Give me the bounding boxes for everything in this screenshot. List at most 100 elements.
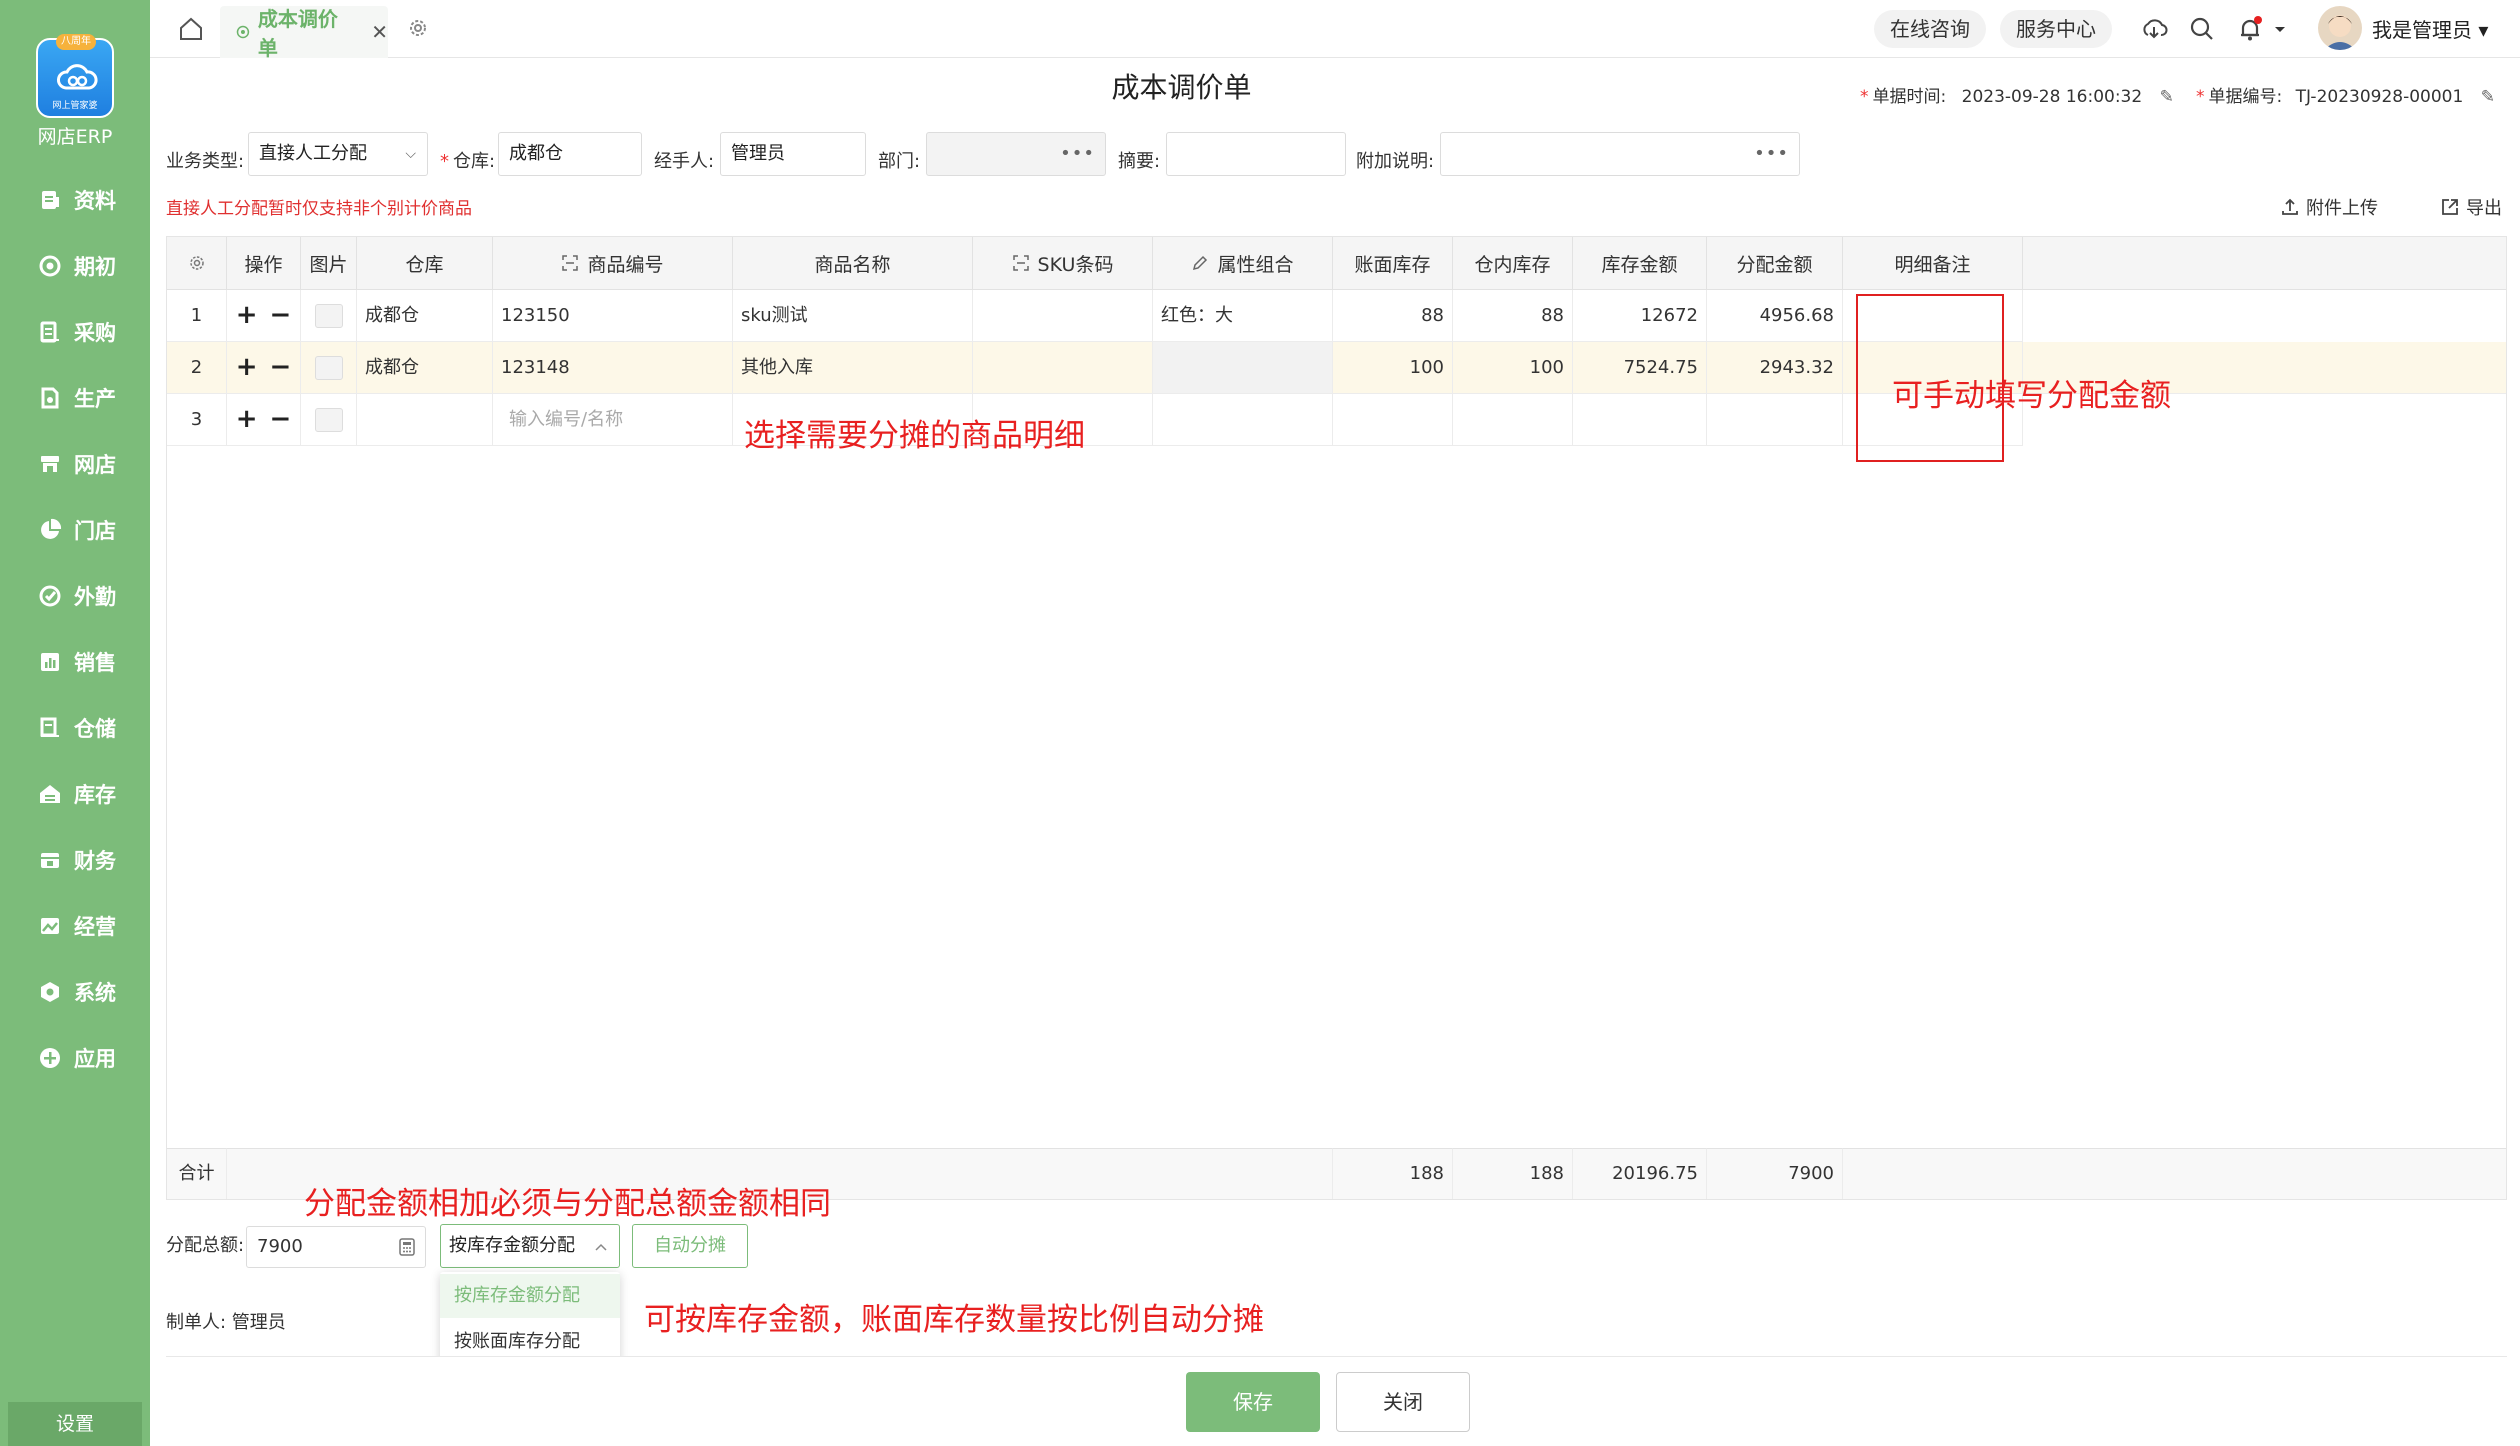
export-button[interactable]: 导出 bbox=[2440, 194, 2502, 220]
sidebar-item-shop[interactable]: 门店 bbox=[0, 510, 150, 550]
app-logo[interactable]: 八周年 网上管家婆 bbox=[36, 34, 114, 118]
handler-field[interactable]: 管理员 bbox=[720, 132, 866, 176]
service-center-button[interactable]: 服务中心 bbox=[2000, 10, 2112, 48]
cell-code[interactable]: 123148 bbox=[493, 342, 733, 394]
sidebar-item-data[interactable]: 资料 bbox=[0, 180, 150, 220]
search-icon[interactable] bbox=[2188, 15, 2216, 43]
sidebar-item-storage[interactable]: 仓储 bbox=[0, 708, 150, 748]
top-bar: 成本调价单 ✕ 在线咨询 服务中心 我是管理员 ▾ bbox=[150, 0, 2520, 60]
edit-icon[interactable]: ✎ bbox=[2481, 87, 2495, 107]
product-image[interactable] bbox=[301, 290, 357, 342]
export-icon bbox=[2442, 199, 2458, 215]
col-header-empty bbox=[2023, 237, 2506, 290]
dept-field[interactable]: ••• bbox=[926, 132, 1106, 176]
close-button[interactable]: 关闭 bbox=[1336, 1372, 1470, 1432]
note-input[interactable]: ••• bbox=[1440, 132, 1800, 176]
home-icon[interactable] bbox=[178, 16, 204, 42]
sidebar-item-inventory[interactable]: 库存 bbox=[0, 774, 150, 814]
avatar[interactable] bbox=[2318, 6, 2362, 50]
tab-cost-adjust[interactable]: 成本调价单 ✕ bbox=[220, 6, 388, 60]
cell-code[interactable]: 123150 bbox=[493, 290, 733, 342]
col-header: 操作 bbox=[227, 237, 301, 290]
biz-type-label: 业务类型: bbox=[166, 151, 245, 172]
sidebar-item-system[interactable]: 系统 bbox=[0, 972, 150, 1012]
warning-text: 直接人工分配暂时仅支持非个别计价商品 bbox=[166, 199, 472, 219]
warehouse-field[interactable]: 成都仓 bbox=[498, 132, 642, 176]
sidebar-item-field[interactable]: 外勤 bbox=[0, 576, 150, 616]
settings-button[interactable]: 设置 bbox=[8, 1402, 142, 1446]
cell-stock-in: 100 bbox=[1453, 342, 1573, 394]
total-alloc: 7900 bbox=[1707, 1148, 1843, 1199]
image-placeholder-icon bbox=[314, 356, 343, 380]
user-avatar-icon bbox=[2324, 15, 2356, 50]
add-row-icon[interactable]: + bbox=[236, 342, 258, 393]
cell-warehouse[interactable]: 成都仓 bbox=[357, 290, 493, 342]
bell-icon[interactable] bbox=[2236, 15, 2264, 43]
remove-row-icon[interactable]: − bbox=[270, 342, 292, 393]
add-row-icon[interactable]: + bbox=[236, 394, 258, 445]
cell-attr[interactable] bbox=[1153, 342, 1333, 394]
online-consult-button[interactable]: 在线咨询 bbox=[1874, 10, 1986, 48]
gear-icon[interactable] bbox=[406, 16, 430, 40]
cell-sku[interactable] bbox=[973, 290, 1153, 342]
cloud-download-icon[interactable] bbox=[2140, 15, 2168, 43]
store-icon bbox=[41, 456, 59, 472]
sidebar-item-apps[interactable]: 应用 bbox=[0, 1038, 150, 1078]
calculator-icon[interactable] bbox=[397, 1237, 417, 1257]
sidebar-item-purchase[interactable]: 采购 bbox=[0, 312, 150, 352]
col-header: 商品名称 bbox=[733, 237, 973, 290]
cell-attr[interactable]: 红色：大 bbox=[1153, 290, 1333, 342]
option-by-stock-amount[interactable]: 按库存金额分配 bbox=[440, 1274, 620, 1318]
upload-icon bbox=[2282, 198, 2298, 215]
cell-name[interactable]: sku测试 bbox=[733, 290, 973, 342]
col-header: 明细备注 bbox=[1843, 237, 2023, 290]
more-icon[interactable]: ••• bbox=[1060, 133, 1095, 175]
sidebar-item-finance[interactable]: 财务 bbox=[0, 840, 150, 880]
sidebar-item-online-store[interactable]: 网店 bbox=[0, 444, 150, 484]
cell-alloc[interactable]: 2943.32 bbox=[1707, 342, 1843, 394]
save-button[interactable]: 保存 bbox=[1186, 1372, 1320, 1432]
cell-alloc[interactable]: 4956.68 bbox=[1707, 290, 1843, 342]
summary-input[interactable] bbox=[1166, 132, 1346, 176]
biz-type-select[interactable]: 直接人工分配 ⌵ bbox=[248, 132, 428, 176]
alloc-total-label: 分配总额: bbox=[166, 1235, 245, 1256]
column-settings[interactable] bbox=[167, 237, 227, 290]
sidebar-item-business[interactable]: 经营 bbox=[0, 906, 150, 946]
sidebar-item-opening[interactable]: 期初 bbox=[0, 246, 150, 286]
cell-sku[interactable] bbox=[973, 342, 1153, 394]
cell-name[interactable]: 其他入库 bbox=[733, 342, 973, 394]
sidebar-item-sales[interactable]: 销售 bbox=[0, 642, 150, 682]
warehouse-label: * 仓库: bbox=[440, 151, 496, 172]
upload-attachment-button[interactable]: 附件上传 bbox=[2280, 194, 2378, 220]
auto-allocate-button[interactable]: 自动分摊 bbox=[632, 1224, 748, 1268]
cell-alloc[interactable] bbox=[1707, 394, 1843, 446]
purchase-icon bbox=[40, 321, 59, 343]
sidebar-item-production[interactable]: 生产 bbox=[0, 378, 150, 418]
more-icon[interactable]: ••• bbox=[1754, 133, 1789, 175]
add-row-icon[interactable]: + bbox=[236, 290, 258, 341]
product-image[interactable] bbox=[301, 342, 357, 394]
row-ops: + − bbox=[227, 290, 301, 342]
remove-row-icon[interactable]: − bbox=[270, 394, 292, 445]
row-number: 1 bbox=[167, 290, 227, 342]
chevron-down-icon[interactable] bbox=[2272, 15, 2288, 43]
alloc-mode-select[interactable]: 按库存金额分配 bbox=[440, 1224, 620, 1268]
product-image[interactable] bbox=[301, 394, 357, 446]
image-placeholder-icon bbox=[314, 408, 343, 432]
remove-row-icon[interactable]: − bbox=[270, 290, 292, 341]
product-code-input[interactable]: 输入编号/名称 bbox=[493, 394, 733, 446]
row-number: 2 bbox=[167, 342, 227, 394]
cell-stock-amount: 7524.75 bbox=[1573, 342, 1707, 394]
col-header: 仓内库存 bbox=[1453, 237, 1573, 290]
edit-icon[interactable]: ✎ bbox=[2160, 87, 2174, 107]
user-name[interactable]: 我是管理员 ▾ bbox=[2372, 14, 2488, 43]
total-label: 合计 bbox=[167, 1148, 227, 1199]
tab-close-icon[interactable]: ✕ bbox=[371, 20, 388, 44]
cell-warehouse[interactable] bbox=[357, 394, 493, 446]
cell-attr[interactable] bbox=[1153, 394, 1333, 446]
handler-label: 经手人: bbox=[654, 151, 715, 172]
col-header: 库存金额 bbox=[1573, 237, 1707, 290]
total-stock-amount: 20196.75 bbox=[1573, 1148, 1707, 1199]
cell-warehouse[interactable]: 成都仓 bbox=[357, 342, 493, 394]
alloc-total-input[interactable]: 7900 bbox=[246, 1226, 426, 1268]
